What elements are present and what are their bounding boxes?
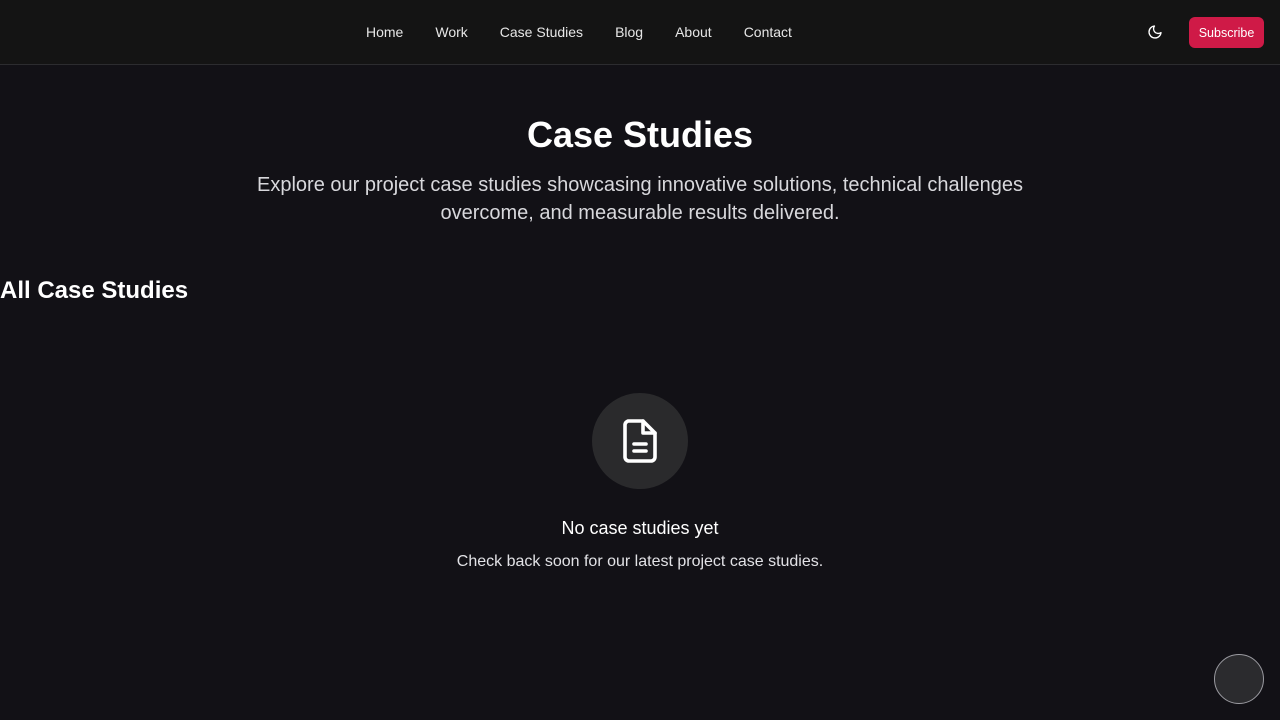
page-title: Case Studies	[526, 114, 754, 155]
empty-state-title: No case studies yet	[561, 518, 719, 538]
page-subtitle: Explore our project case studies showcas…	[257, 174, 1023, 224]
empty-state-icon-container	[592, 393, 688, 489]
moon-icon	[1148, 25, 1162, 39]
nav-about-link[interactable]: About	[659, 0, 728, 64]
section-title: All Case Studies	[0, 277, 189, 304]
nav-case-studies-link[interactable]: Case Studies	[484, 0, 599, 64]
nav-blog-link[interactable]: Blog	[599, 0, 659, 64]
nav-work-link[interactable]: Work	[419, 0, 483, 64]
nav-contact-link[interactable]: Contact	[728, 0, 808, 64]
nav-home-link[interactable]: Home	[350, 0, 419, 64]
document-icon	[623, 419, 657, 463]
floating-action-button[interactable]	[1214, 654, 1264, 704]
subscribe-button[interactable]: Subscribe	[1189, 17, 1264, 48]
empty-state-message: Check back soon for our latest project c…	[456, 553, 824, 570]
main-nav: Home Work Case Studies Blog About Contac…	[350, 0, 808, 64]
top-nav-bar: Home Work Case Studies Blog About Contac…	[0, 0, 1280, 65]
theme-toggle-button[interactable]	[1140, 17, 1170, 47]
